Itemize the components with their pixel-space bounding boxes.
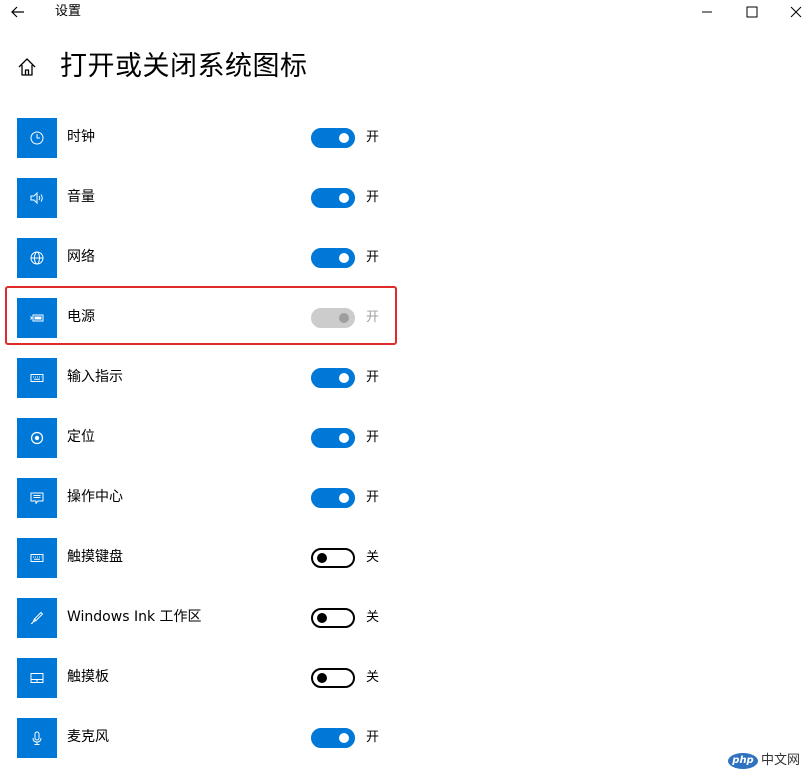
back-arrow-icon[interactable]	[9, 3, 27, 21]
title-bar: 设置	[0, 0, 810, 24]
toggle-state: 开	[366, 730, 380, 745]
setting-label: 时钟	[67, 129, 95, 145]
toggle-switch[interactable]	[311, 668, 355, 688]
setting-row-touch-keyboard: 触摸键盘 关	[0, 538, 420, 582]
watermark-logo: php	[728, 753, 758, 769]
toggle-state: 关	[366, 550, 380, 565]
toggle-state: 开	[366, 250, 380, 265]
touchpad-icon	[17, 658, 57, 698]
maximize-icon[interactable]	[744, 4, 760, 20]
setting-row-action-center: 操作中心 开	[0, 478, 420, 522]
action-center-icon	[17, 478, 57, 518]
setting-label: 音量	[67, 189, 95, 205]
setting-row-touchpad: 触摸板 关	[0, 658, 420, 702]
setting-row-input-indicator: 输入指示 开	[0, 358, 420, 402]
toggle-state: 关	[366, 670, 380, 685]
microphone-icon	[17, 718, 57, 758]
toggle-switch[interactable]	[311, 728, 355, 748]
toggle-state: 开	[366, 490, 380, 505]
globe-icon	[17, 238, 57, 278]
watermark-text: 中文网	[761, 753, 801, 768]
watermark: php 中文网	[728, 750, 806, 770]
setting-label: 触摸键盘	[67, 549, 123, 565]
toggle-switch[interactable]	[311, 488, 355, 508]
toggle-switch[interactable]	[311, 128, 355, 148]
setting-row-clock: 时钟 开	[0, 118, 420, 162]
keyboard-icon	[17, 358, 57, 398]
setting-label: 触摸板	[67, 669, 109, 685]
toggle-state: 开	[366, 310, 380, 325]
close-icon[interactable]	[788, 4, 804, 20]
setting-label: 操作中心	[67, 489, 123, 505]
page-title: 打开或关闭系统图标	[60, 51, 308, 82]
toggle-state: 开	[366, 130, 380, 145]
setting-row-volume: 音量 开	[0, 178, 420, 222]
toggle-switch[interactable]	[311, 548, 355, 568]
setting-row-windows-ink: Windows Ink 工作区 关	[0, 598, 420, 642]
setting-label: Windows Ink 工作区	[67, 609, 202, 625]
toggle-state: 开	[366, 430, 380, 445]
volume-icon	[17, 178, 57, 218]
setting-label: 电源	[67, 309, 95, 325]
window-title: 设置	[55, 4, 82, 19]
toggle-state: 关	[366, 610, 380, 625]
setting-row-microphone: 麦克风 开	[0, 718, 420, 762]
toggle-switch[interactable]	[311, 608, 355, 628]
toggle-switch[interactable]	[311, 308, 355, 328]
toggle-switch[interactable]	[311, 368, 355, 388]
pen-icon	[17, 598, 57, 638]
setting-label: 麦克风	[67, 729, 109, 745]
toggle-state: 开	[366, 190, 380, 205]
setting-label: 定位	[67, 429, 95, 445]
toggle-switch[interactable]	[311, 428, 355, 448]
setting-label: 网络	[67, 249, 95, 265]
home-icon[interactable]	[16, 56, 38, 78]
battery-icon	[17, 298, 57, 338]
setting-row-location: 定位 开	[0, 418, 420, 462]
toggle-switch[interactable]	[311, 248, 355, 268]
location-icon	[17, 418, 57, 458]
keyboard-icon	[17, 538, 57, 578]
setting-row-power: 电源 开	[0, 298, 420, 342]
minimize-icon[interactable]	[699, 4, 715, 20]
toggle-switch[interactable]	[311, 188, 355, 208]
setting-row-network: 网络 开	[0, 238, 420, 282]
toggle-state: 开	[366, 370, 380, 385]
clock-icon	[17, 118, 57, 158]
setting-label: 输入指示	[67, 369, 123, 385]
